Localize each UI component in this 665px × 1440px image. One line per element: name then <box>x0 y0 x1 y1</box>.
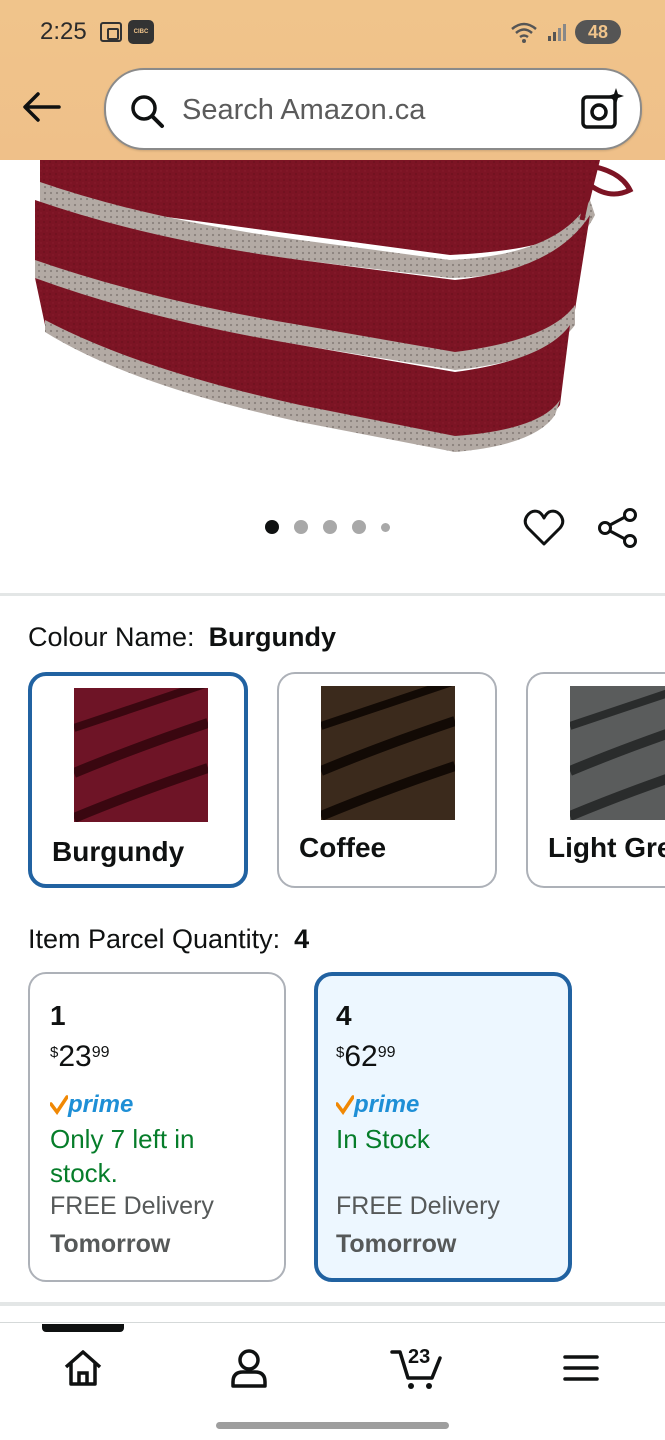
app-header: 2:25 CIBC 48 <box>0 0 665 160</box>
colour-option-burgundy[interactable]: Burgundy <box>28 672 248 888</box>
delivery-day: Tomorrow <box>336 1230 457 1258</box>
burgundy-swatch-image <box>74 688 208 822</box>
status-indicators: 48 <box>509 18 621 46</box>
wishlist-heart-icon[interactable] <box>522 506 566 550</box>
search-input[interactable] <box>182 89 562 131</box>
cibc-notification-icon: CIBC <box>128 20 154 44</box>
status-time: 2:25 <box>40 18 87 45</box>
signal-icon <box>548 24 566 41</box>
selected-quantity-value: 4 <box>294 924 310 954</box>
search-bar[interactable] <box>104 68 642 150</box>
battery-indicator: 48 <box>575 20 621 44</box>
nav-account[interactable] <box>219 1338 279 1398</box>
quantity-number: 1 <box>50 1000 66 1031</box>
stock-status: In Stock <box>336 1124 430 1154</box>
system-home-bar[interactable] <box>216 1422 449 1429</box>
home-icon <box>64 1350 102 1386</box>
light-grey-swatch-image <box>570 686 665 820</box>
quantity-option-4[interactable]: 4 $6299 prime In Stock FREE Delivery Tom… <box>314 972 572 1282</box>
prime-label: prime <box>68 1091 134 1118</box>
parcel-quantity-label: Item Parcel Quantity: 4 <box>28 924 309 955</box>
prime-badge: prime <box>336 1091 420 1118</box>
nav-menu[interactable] <box>551 1338 611 1398</box>
carousel-dot[interactable] <box>323 520 337 534</box>
colour-option-label: Coffee <box>299 832 387 863</box>
cushion-stack-image <box>35 160 634 452</box>
nav-active-indicator <box>42 1324 124 1332</box>
quantity-number: 4 <box>336 1000 352 1031</box>
price-cents: 99 <box>377 1044 396 1061</box>
colour-name-label: Colour Name: Burgundy <box>28 622 336 653</box>
status-bar: 2:25 CIBC 48 <box>0 0 665 64</box>
image-carousel-dots[interactable] <box>265 520 390 534</box>
menu-icon <box>563 1355 599 1381</box>
price-currency: $ <box>50 1044 59 1061</box>
back-button[interactable] <box>18 84 64 130</box>
prime-label: prime <box>354 1091 420 1118</box>
cart-count-badge: 23 <box>408 1346 431 1368</box>
share-icon[interactable] <box>596 506 640 550</box>
product-image[interactable] <box>0 160 665 490</box>
delivery-text: FREE Delivery <box>336 1192 500 1220</box>
price-currency: $ <box>336 1044 345 1061</box>
price: $6299 <box>336 1040 396 1074</box>
colour-option-label: Light Gre <box>548 832 665 863</box>
search-icon[interactable] <box>128 92 166 130</box>
back-arrow-icon <box>23 92 61 122</box>
camera-search-icon[interactable] <box>578 86 626 134</box>
delivery-day: Tomorrow <box>50 1230 171 1258</box>
selected-colour-value: Burgundy <box>208 622 337 652</box>
price-dollars: 62 <box>344 1040 378 1073</box>
colour-option-coffee[interactable]: Coffee <box>277 672 497 888</box>
delivery-text: FREE Delivery <box>50 1192 214 1220</box>
section-divider <box>0 593 665 596</box>
colour-option-label: Burgundy <box>52 836 185 867</box>
carousel-dot[interactable] <box>265 520 279 534</box>
coffee-swatch-image <box>321 686 455 820</box>
prime-check-icon <box>50 1095 68 1115</box>
stock-status: Only 7 left in stock. <box>50 1124 195 1188</box>
prime-check-icon <box>336 1095 354 1115</box>
carousel-dot[interactable] <box>381 522 390 532</box>
carousel-dot[interactable] <box>352 520 366 534</box>
carousel-dot[interactable] <box>294 520 308 534</box>
colour-option-light-grey[interactable]: Light Gre <box>526 672 665 888</box>
quantity-label-text: Item Parcel Quantity: <box>28 924 281 954</box>
wifi-icon <box>511 22 537 43</box>
price-dollars: 23 <box>58 1040 92 1073</box>
colour-label-text: Colour Name: <box>28 622 195 652</box>
nav-home[interactable] <box>53 1338 113 1398</box>
product-page: 2:25 CIBC 48 Search Amazon.ca Colour Nam… <box>0 0 665 1440</box>
section-divider <box>0 1302 665 1306</box>
screenshot-icon <box>100 22 122 42</box>
price: $2399 <box>50 1040 110 1074</box>
price-cents: 99 <box>91 1044 110 1061</box>
prime-badge: prime <box>50 1091 134 1118</box>
account-icon <box>231 1349 267 1388</box>
quantity-option-1[interactable]: 1 $2399 prime Only 7 left in stock. FREE… <box>28 972 286 1282</box>
